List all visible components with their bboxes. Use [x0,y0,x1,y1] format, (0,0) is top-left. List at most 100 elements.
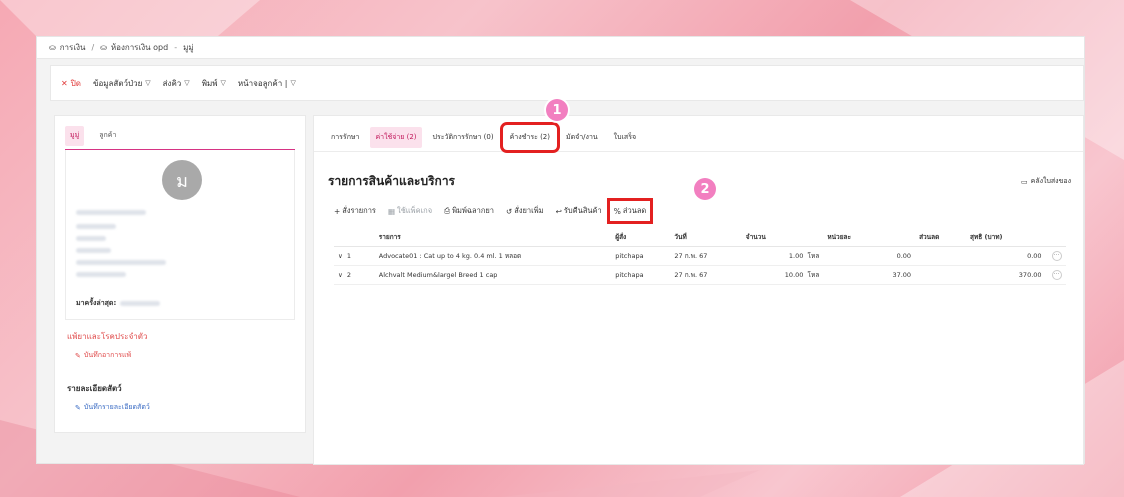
section-title: รายการสินค้าและบริการ [328,174,456,188]
pet-info-label: ข้อมูลสัตว์ป่วย [92,78,143,88]
use-package-button[interactable]: ▦ ใช้แพ็คเกจ [388,205,432,217]
tab-customer[interactable]: ลูกค้า [94,126,121,146]
unit-price: 0.00 [823,246,916,266]
col-price: หน่วยละ [823,228,916,247]
last-visit-label: มาครั้งล่าสุด: [76,299,117,307]
redacted-text [76,260,166,265]
home-icon: ⛀ [49,43,56,52]
quantity-value: 10.00 [784,271,804,279]
redacted-text [120,301,161,306]
redacted-text [76,272,126,277]
breadcrumb-item-pet: มูมู่ [183,43,194,52]
order-label: สั่งรายการ [342,206,376,215]
tab-deposit[interactable]: มัดจำ/งาน [561,127,603,148]
add-drug-button[interactable]: ↺ สั่งยาเพิ่ม [506,205,544,217]
row-number: 2 [346,271,352,279]
col-expand [334,228,375,247]
items-table: รายการ ผู้สั่ง วันที่ จำนวน หน่วยละ ส่วน… [334,228,1066,285]
allergy-heading: แพ้ยาและโรคประจำตัว [67,332,148,341]
chevron-down-icon: ▽ [220,79,226,87]
billing-tabs: การรักษา ค่าใช้จ่าย (2) ประวัติการรักษา … [314,116,1083,153]
chevron-down-icon: ▽ [145,79,151,87]
percent-icon: % [613,206,621,216]
chevron-down-icon[interactable]: ∨ [338,252,343,260]
print-label-button[interactable]: ⎙ พิมพ์ฉลากยา [444,205,494,217]
table-row[interactable]: ∨ 2 Alchvalt Medium&largel Breed 1 cap p… [334,265,1066,285]
return-icon: ↩ [555,206,562,216]
item-name: Advocate01 : Cat up to 4 kg. 0.4 ml. 1 ห… [374,246,612,266]
add-pet-detail-link[interactable]: ✎ บันทึกรายละเอียดสัตว์ [75,402,150,413]
more-icon[interactable]: ··· [1051,251,1062,261]
net-amount: 0.00 [966,246,1046,266]
discount [915,246,967,266]
pet-info-dropdown[interactable]: ข้อมูลสัตว์ป่วย ▽ [93,77,151,90]
order-button[interactable]: + สั่งรายการ [334,205,376,217]
profile-card: ม มาครั้งล่าสุด: [65,150,295,320]
breadcrumb-item-finance[interactable]: การเงิน [60,41,86,54]
chevron-down-icon[interactable]: ∨ [338,271,343,279]
col-date: วันที่ [670,228,742,247]
print-label-label: พิมพ์ฉลากยา [452,206,494,215]
tab-outstanding[interactable]: ค้างชำระ (2) [499,122,561,153]
tab-receipt[interactable]: ใบเสร็จ [609,127,641,148]
breadcrumb-separator: / [91,43,95,52]
history-icon: ↺ [506,206,513,216]
pencil-icon: ✎ [75,351,81,360]
order-date: 27 ก.พ. 67 [670,265,742,285]
hold-items-label: คลังใบส่งของ [1030,177,1071,185]
send-queue-label: ส่งคิว [162,78,182,88]
ordered-by: pitchapa [611,265,671,285]
return-button[interactable]: ↩ รับคืนสินค้า [556,205,602,217]
add-pet-detail-label: บันทึกรายละเอียดสัตว์ [83,403,150,411]
callout-badge-1: 1 [546,99,568,121]
order-date: 27 ก.พ. 67 [670,246,742,266]
hold-items-link[interactable]: ▭ คลังใบส่งของ [1021,176,1071,187]
discount-button[interactable]: % ส่วนลด [606,198,654,224]
return-label: รับคืนสินค้า [563,206,602,215]
more-icon[interactable]: ··· [1051,270,1062,280]
add-drug-label: สั่งยาเพิ่ม [514,206,544,215]
item-actions: + สั่งรายการ ▦ ใช้แพ็คเกจ ⎙ พิมพ์ฉลากยา … [334,198,654,224]
tab-treatment-history[interactable]: ประวัติการรักษา (0) [428,127,499,148]
breadcrumb-dash: - [174,43,178,52]
print-label: พิมพ์ [201,78,218,88]
archive-icon: ▭ [1021,177,1028,186]
home-icon: ⛀ [100,43,107,52]
col-by: ผู้สั่ง [611,228,671,247]
profile-tabs: มูมู่ ลูกค้า [65,116,295,150]
row-menu[interactable]: ··· [1045,265,1066,285]
col-qty: จำนวน [741,228,824,247]
billing-panel: การรักษา ค่าใช้จ่าย (2) ประวัติการรักษา … [313,115,1084,465]
row-menu[interactable]: ··· [1045,246,1066,266]
item-name: Alchvalt Medium&largel Breed 1 cap [374,265,612,285]
chevron-down-icon: ▽ [290,79,296,87]
ordered-by: pitchapa [611,246,671,266]
discount [915,265,967,285]
last-visit: มาครั้งล่าสุด: [76,298,161,309]
quantity: 1.00 โหล [741,246,824,266]
redacted-text [76,224,116,229]
customer-screen-label: หน้าจอลูกค้า | [237,78,288,88]
close-button[interactable]: ✕ ปิด [61,77,81,90]
tab-pet[interactable]: มูมู่ [65,126,85,146]
col-net: สุทธิ (บาท) [966,228,1046,247]
breadcrumb-item-finance-room[interactable]: ห้องการเงิน opd [111,41,168,54]
quantity-value: 1.00 [788,252,804,260]
pencil-icon: ✎ [75,403,81,412]
row-number: 1 [346,252,352,260]
send-queue-dropdown[interactable]: ส่งคิว ▽ [163,77,190,90]
add-allergy-link[interactable]: ✎ บันทึกอาการแพ้ [75,350,131,361]
table-row[interactable]: ∨ 1 Advocate01 : Cat up to 4 kg. 0.4 ml.… [334,246,1066,266]
tab-expenses[interactable]: ค่าใช้จ่าย (2) [370,127,422,148]
print-dropdown[interactable]: พิมพ์ ▽ [202,77,226,90]
customer-screen-dropdown[interactable]: หน้าจอลูกค้า | ▽ [238,77,296,90]
unit-price: 37.00 [823,265,916,285]
discount-label: ส่วนลด [622,206,647,215]
net-amount: 370.00 [966,265,1046,285]
calendar-icon: ▦ [387,206,396,216]
callout-badge-2: 2 [694,178,716,200]
tab-treatment[interactable]: การรักษา [326,127,364,148]
row-index: ∨ 2 [334,265,375,285]
avatar: ม [162,160,202,200]
pet-detail-heading: รายละเอียดสัตว์ [67,384,122,393]
